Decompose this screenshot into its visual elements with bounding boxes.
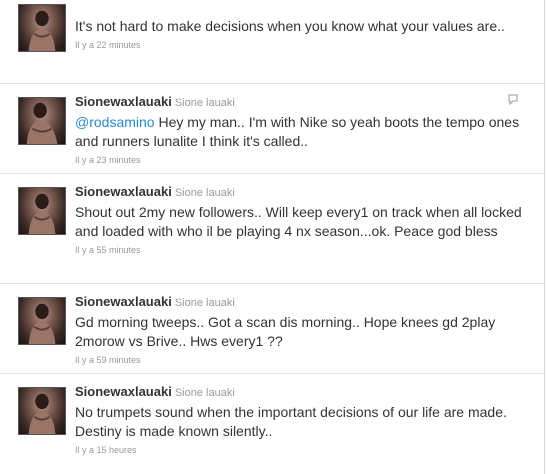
tweet-header: Sionewaxlauaki Sione lauaki [75, 383, 531, 402]
tweet-item: Sionewaxlauaki Sione lauaki Gd morning tw… [0, 284, 545, 374]
screen-name[interactable]: Sionewaxlauaki [75, 294, 172, 309]
tweet-header: Sionewaxlauaki Sione lauaki [75, 293, 531, 312]
tweet-timestamp[interactable]: Il y a 59 minutes [75, 354, 531, 366]
tweet-body: No trumpets sound when the important dec… [75, 404, 507, 439]
tweet-timestamp[interactable]: Il y a 55 minutes [75, 244, 531, 256]
screen-name[interactable]: Sionewaxlauaki [75, 384, 172, 399]
tweet-header: Sionewaxlauaki Sione lauaki [75, 183, 531, 202]
tweet-item: Sionewaxlauaki Sione lauaki Shout out 2my… [0, 174, 545, 284]
tweet-timestamp[interactable]: Il y a 22 minutes [75, 39, 531, 51]
tweet-text: It's not hard to make decisions when you… [75, 17, 531, 36]
tweet-body: Gd morning tweeps.. Got a scan dis morni… [75, 314, 496, 349]
screen-name[interactable]: Sionewaxlauaki [75, 94, 172, 109]
full-name: Sione lauaki [174, 187, 235, 199]
full-name: Sione lauaki [174, 97, 235, 109]
avatar[interactable] [18, 187, 66, 235]
screen-name[interactable]: Sionewaxlauaki [75, 184, 172, 199]
avatar[interactable] [18, 387, 66, 435]
tweet-body: Shout out 2my new followers.. Will keep … [75, 204, 522, 239]
mention-link[interactable]: @rodsamino [75, 114, 155, 130]
tweet-text: Shout out 2my new followers.. Will keep … [75, 203, 531, 241]
tweet-body: It's not hard to make decisions when you… [75, 18, 505, 34]
full-name: Sione lauaki [174, 387, 235, 399]
tweet-item: Sionewaxlauaki Sione lauaki @rodsamino He… [0, 84, 545, 174]
tweet-item: Sionewaxlauaki Sione lauaki No trumpets s… [0, 374, 545, 474]
tweet-text: No trumpets sound when the important dec… [75, 403, 531, 441]
tweet-header: Sionewaxlauaki Sione lauaki [75, 93, 531, 112]
full-name: Sione lauaki [174, 297, 235, 309]
tweet-text: @rodsamino Hey my man.. I'm with Nike so… [75, 113, 531, 151]
tweet-timestamp[interactable]: Il y a 15 heures [75, 444, 531, 456]
tweet-stream: It's not hard to make decisions when you… [0, 0, 545, 474]
reply-icon[interactable] [507, 93, 519, 105]
tweet-item: It's not hard to make decisions when you… [0, 0, 545, 84]
avatar[interactable] [18, 97, 66, 145]
avatar[interactable] [18, 297, 66, 345]
tweet-timestamp[interactable]: Il y a 23 minutes [75, 154, 531, 166]
avatar[interactable] [18, 4, 66, 52]
tweet-text: Gd morning tweeps.. Got a scan dis morni… [75, 313, 531, 351]
